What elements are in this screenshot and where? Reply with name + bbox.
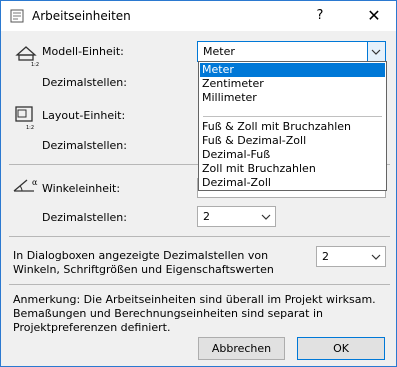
unit-dropdown-list: Meter Zentimeter Millimeter Fuß & Zoll m…	[198, 61, 387, 191]
dialog-decimals-value: 2	[322, 250, 329, 263]
layout-decimals-label: Dezimalstellen:	[42, 139, 127, 152]
dropdown-option[interactable]: Fuß & Zoll mit Bruchzahlen	[200, 120, 385, 134]
dialog-window: Arbeitseinheiten ? ✕ 1:2 Modell-Einheit:…	[0, 0, 397, 367]
settings-icon	[10, 9, 24, 23]
layout-unit-icon: 1:2	[15, 106, 34, 130]
dropdown-option[interactable]: Zoll mit Bruchzahlen	[200, 162, 385, 176]
model-unit-select[interactable]: Meter	[197, 41, 386, 62]
angle-decimals-select[interactable]: 2	[197, 206, 276, 227]
note-line1: Anmerkung: Die Arbeitseinheiten sind übe…	[13, 293, 376, 306]
close-button[interactable]: ✕	[362, 5, 386, 27]
dropdown-separator	[203, 116, 382, 117]
chevron-down-icon[interactable]	[368, 247, 385, 266]
chevron-down-icon[interactable]	[367, 42, 385, 61]
dropdown-option[interactable]: Zentimeter	[200, 77, 385, 91]
dropdown-option[interactable]: Meter	[200, 63, 385, 77]
dialog-decimals-label-line2: Winkeln, Schriftgrößen und Eigenschaftsw…	[13, 263, 274, 276]
model-unit-label: Modell-Einheit:	[42, 45, 124, 58]
angle-icon: α	[13, 178, 38, 192]
help-button[interactable]: ?	[310, 7, 330, 25]
model-unit-icon: 1:2	[15, 46, 39, 67]
chevron-down-icon[interactable]	[258, 207, 275, 226]
note-line2: Bemaßungen und Berechnungseinheiten sind…	[13, 307, 323, 320]
ok-button[interactable]: OK	[297, 337, 385, 360]
note-line3: Projektpreferenzen definiert.	[13, 321, 171, 334]
cancel-button[interactable]: Abbrechen	[198, 337, 285, 360]
dropdown-option[interactable]: Dezimal-Fuß	[200, 148, 385, 162]
angle-decimals-value: 2	[203, 210, 210, 223]
model-unit-value: Meter	[203, 45, 235, 58]
angle-unit-label: Winkeleinheit:	[42, 182, 121, 195]
dropdown-option[interactable]: Millimeter	[200, 91, 385, 105]
dropdown-option[interactable]: Dezimal-Zoll	[200, 176, 385, 190]
svg-text:α: α	[32, 178, 38, 187]
dialog-decimals-label-line1: In Dialogboxen angezeigte Dezimalstellen…	[13, 249, 269, 262]
divider	[9, 284, 390, 285]
svg-text:1:2: 1:2	[26, 125, 34, 130]
svg-text:1:2: 1:2	[31, 62, 39, 67]
title-bar: Arbeitseinheiten ? ✕	[1, 1, 396, 31]
window-title: Arbeitseinheiten	[32, 9, 131, 23]
dialog-decimals-select[interactable]: 2	[316, 246, 386, 267]
model-decimals-label: Dezimalstellen:	[42, 76, 127, 89]
layout-unit-label: Layout-Einheit:	[42, 109, 126, 122]
divider	[9, 236, 390, 237]
angle-decimals-label: Dezimalstellen:	[42, 211, 127, 224]
dropdown-option[interactable]: Fuß & Dezimal-Zoll	[200, 134, 385, 148]
